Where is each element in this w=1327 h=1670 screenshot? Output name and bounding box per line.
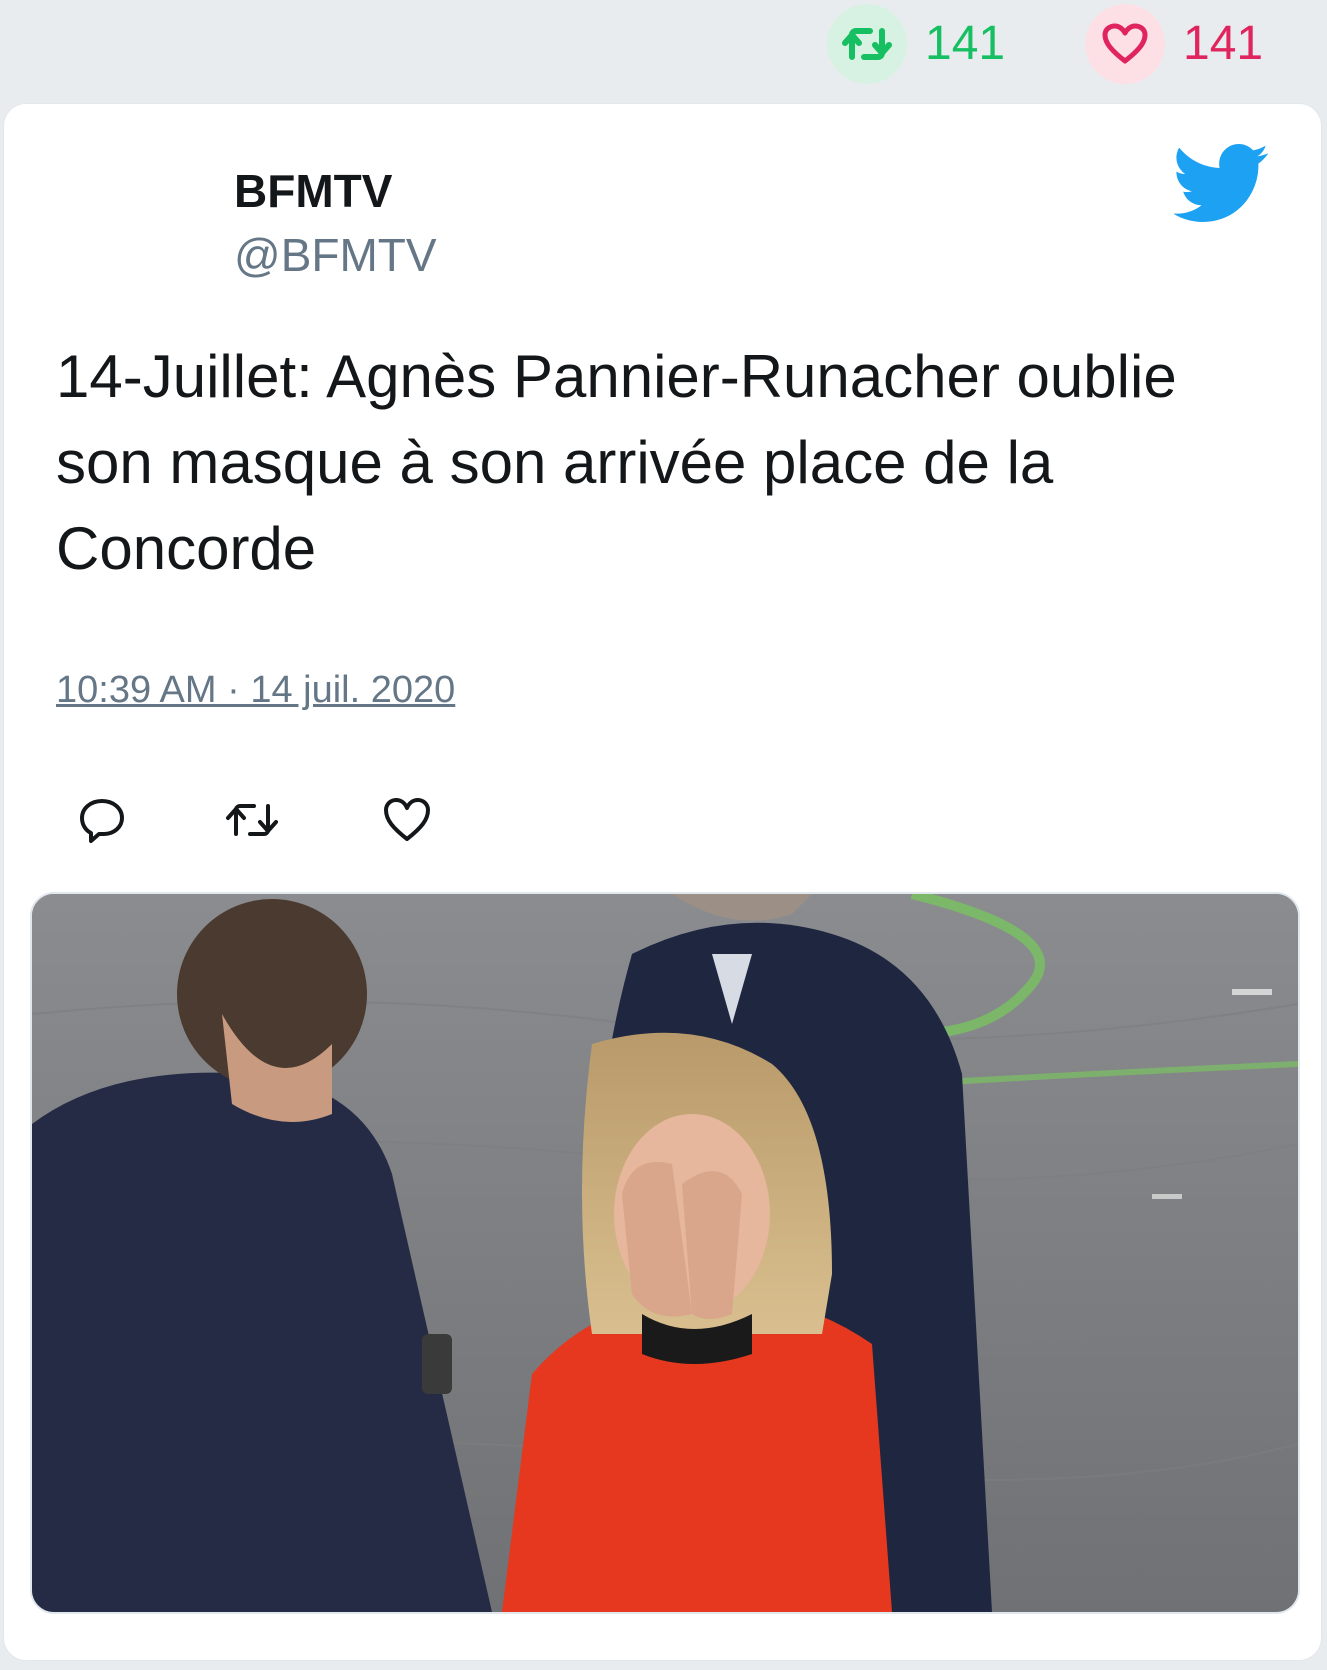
tweet-text: 14-Juillet: Agnès Pannier-Runacher oubli…: [56, 343, 1177, 582]
tweet-photo[interactable]: [30, 892, 1300, 1614]
heart-icon: [384, 798, 430, 841]
top-stats-bar: 141 141: [0, 0, 1327, 100]
retweet-icon: [226, 804, 278, 836]
heart-icon[interactable]: [1085, 4, 1165, 84]
tweet-timestamp[interactable]: 10:39 AM · 14 juil. 2020: [56, 668, 455, 714]
reply-button[interactable]: [74, 792, 130, 848]
retweet-count: 141: [925, 17, 1006, 70]
retweet-button[interactable]: [224, 792, 280, 848]
retweet-icon[interactable]: [827, 4, 907, 84]
author-name[interactable]: BFMTV: [234, 164, 392, 219]
author-handle[interactable]: @BFMTV: [234, 228, 437, 283]
tweet-card[interactable]: BFMTV @BFMTV 14-Juillet: Agnès Pannier-R…: [4, 104, 1321, 1660]
photo-scene: [32, 894, 1298, 1612]
like-stat[interactable]: 141: [1085, 4, 1263, 84]
retweet-stat[interactable]: 141: [827, 4, 1005, 84]
like-count: 141: [1183, 17, 1264, 70]
reply-icon: [80, 799, 124, 843]
like-button[interactable]: [379, 792, 435, 848]
twitter-logo-icon[interactable]: [1172, 144, 1270, 224]
